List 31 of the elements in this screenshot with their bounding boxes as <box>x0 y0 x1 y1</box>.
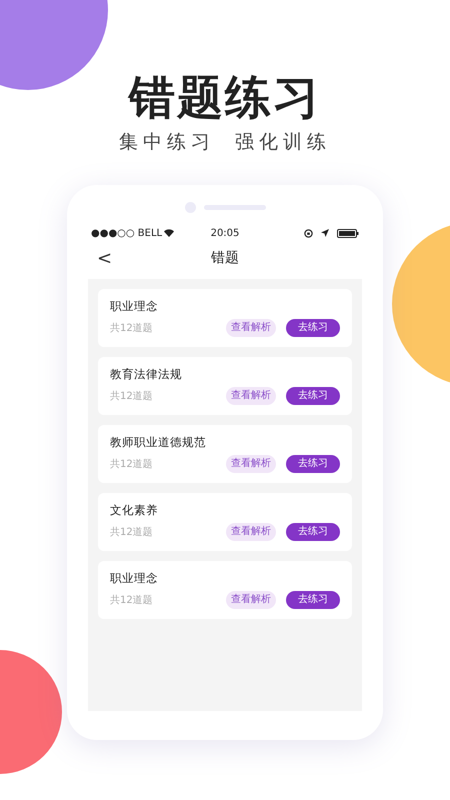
view-analysis-button[interactable]: 查看解析 <box>226 455 276 474</box>
view-analysis-button[interactable]: 查看解析 <box>226 591 276 610</box>
category-title: 教育法律法规 <box>110 366 183 383</box>
category-title: 职业理念 <box>110 570 159 587</box>
rotation-lock-icon <box>304 228 313 238</box>
question-count: 共12道题 <box>110 526 153 540</box>
battery-icon <box>336 228 359 238</box>
headline: 错题练习 <box>129 74 321 120</box>
carrier-text: ●●●○○ BELL <box>91 226 162 240</box>
category-title: 文化素养 <box>110 502 159 519</box>
category-title: 职业理念 <box>110 298 159 315</box>
wifi-icon <box>164 229 174 237</box>
practice-button[interactable]: 去练习 <box>286 387 340 406</box>
view-analysis-button[interactable]: 查看解析 <box>226 523 276 542</box>
practice-button[interactable]: 去练习 <box>286 455 340 474</box>
question-count: 共12道题 <box>110 322 153 336</box>
view-analysis-button[interactable]: 查看解析 <box>226 387 276 406</box>
practice-button[interactable]: 去练习 <box>286 523 340 542</box>
practice-button[interactable]: 去练习 <box>286 591 340 610</box>
subtitle-text: 集中练习 <box>119 130 215 155</box>
question-count: 共12道题 <box>110 390 153 404</box>
category-title: 教师职业道德规范 <box>110 434 207 451</box>
subtitle-text: 强化训练 <box>235 130 331 155</box>
clock-time: 20:05 <box>210 226 240 240</box>
page-title: 错题 <box>211 249 239 268</box>
location-arrow-icon <box>320 229 329 237</box>
question-count: 共12道题 <box>110 458 153 472</box>
back-button[interactable]: < <box>97 250 112 268</box>
question-count: 共12道题 <box>110 594 153 608</box>
practice-button[interactable]: 去练习 <box>286 319 340 338</box>
view-analysis-button[interactable]: 查看解析 <box>226 319 276 338</box>
